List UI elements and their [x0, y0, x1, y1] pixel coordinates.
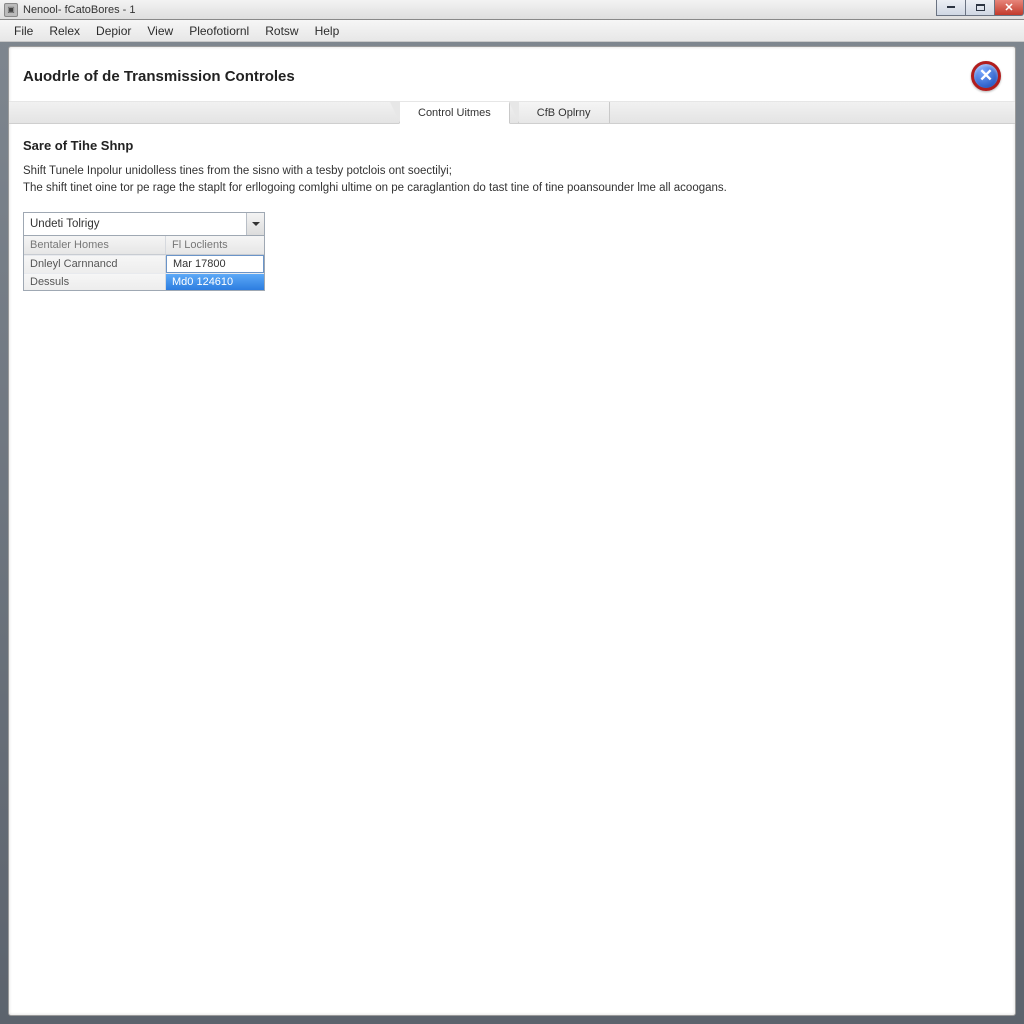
menu-file[interactable]: File	[6, 20, 41, 42]
description-line-1: Shift Tunele Inpolur unidolless tines fr…	[23, 163, 1001, 180]
grid-header-col2[interactable]: Fl Loclients	[166, 236, 264, 254]
application-window: ▣ Nenool- fCatoBores - 1 ✕ File Relex De…	[0, 0, 1024, 1024]
tab-panel: Sare of Tihe Shnp Shift Tunele Inpolur u…	[9, 124, 1015, 305]
content-frame: Auodrle of de Transmission Controles ✕ C…	[8, 46, 1016, 1016]
window-controls: ✕	[937, 0, 1024, 16]
combo-value: Undeti Tolrigy	[24, 213, 246, 235]
menu-help[interactable]: Help	[307, 20, 348, 42]
grid-header-col1[interactable]: Bentaler Homes	[24, 236, 166, 254]
grid-row-value[interactable]: Md0 124610	[166, 273, 264, 290]
titlebar[interactable]: ▣ Nenool- fCatoBores - 1 ✕	[0, 0, 1024, 20]
tab-label: CfB Oplrny	[537, 107, 591, 119]
close-icon: ✕	[1004, 1, 1013, 14]
combo-grid: Bentaler Homes Fl Loclients Dnleyl Carnn…	[23, 236, 265, 291]
help-badge-icon[interactable]: ✕	[971, 61, 1001, 91]
menu-pleofotiornl[interactable]: Pleofotiornl	[181, 20, 257, 42]
menu-rotsw[interactable]: Rotsw	[257, 20, 306, 42]
page-title: Auodrle of de Transmission Controles	[23, 68, 295, 85]
menu-depior[interactable]: Depior	[88, 20, 139, 42]
grid-row-label: Dnleyl Carnnancd	[24, 255, 166, 273]
grid-row-label: Dessuls	[24, 273, 166, 290]
maximize-icon	[976, 4, 985, 11]
grid-row-value[interactable]: Mar 17800	[166, 255, 264, 273]
description-line-2: The shift tinet oine tor pe rage the sta…	[23, 180, 1001, 197]
section-heading: Sare of Tihe Shnp	[23, 138, 1001, 153]
tab-cfb-oplrny[interactable]: CfB Oplrny	[518, 102, 610, 123]
combo-dropdown-button[interactable]	[246, 213, 264, 235]
app-icon: ▣	[4, 3, 18, 17]
chevron-down-icon	[252, 222, 260, 226]
close-button[interactable]: ✕	[994, 0, 1024, 16]
tab-label: Control Uitmes	[418, 107, 491, 119]
tab-control-utimes[interactable]: Control Uitmes	[399, 102, 510, 124]
maximize-button[interactable]	[965, 0, 995, 16]
tabs-bar: Control Uitmes CfB Oplrny	[9, 102, 1015, 124]
grid-row[interactable]: Dnleyl Carnnancd Mar 17800	[24, 255, 264, 273]
grid-header: Bentaler Homes Fl Loclients	[24, 236, 264, 255]
minimize-button[interactable]	[936, 0, 966, 16]
page-header: Auodrle of de Transmission Controles ✕	[9, 47, 1015, 102]
minimize-icon	[947, 6, 955, 8]
grid-row-selected[interactable]: Dessuls Md0 124610	[24, 273, 264, 290]
menubar: File Relex Depior View Pleofotiornl Rots…	[0, 20, 1024, 42]
window-title: Nenool- fCatoBores - 1	[23, 4, 136, 16]
category-combo[interactable]: Undeti Tolrigy	[23, 212, 265, 236]
menu-relex[interactable]: Relex	[41, 20, 88, 42]
menu-view[interactable]: View	[139, 20, 181, 42]
